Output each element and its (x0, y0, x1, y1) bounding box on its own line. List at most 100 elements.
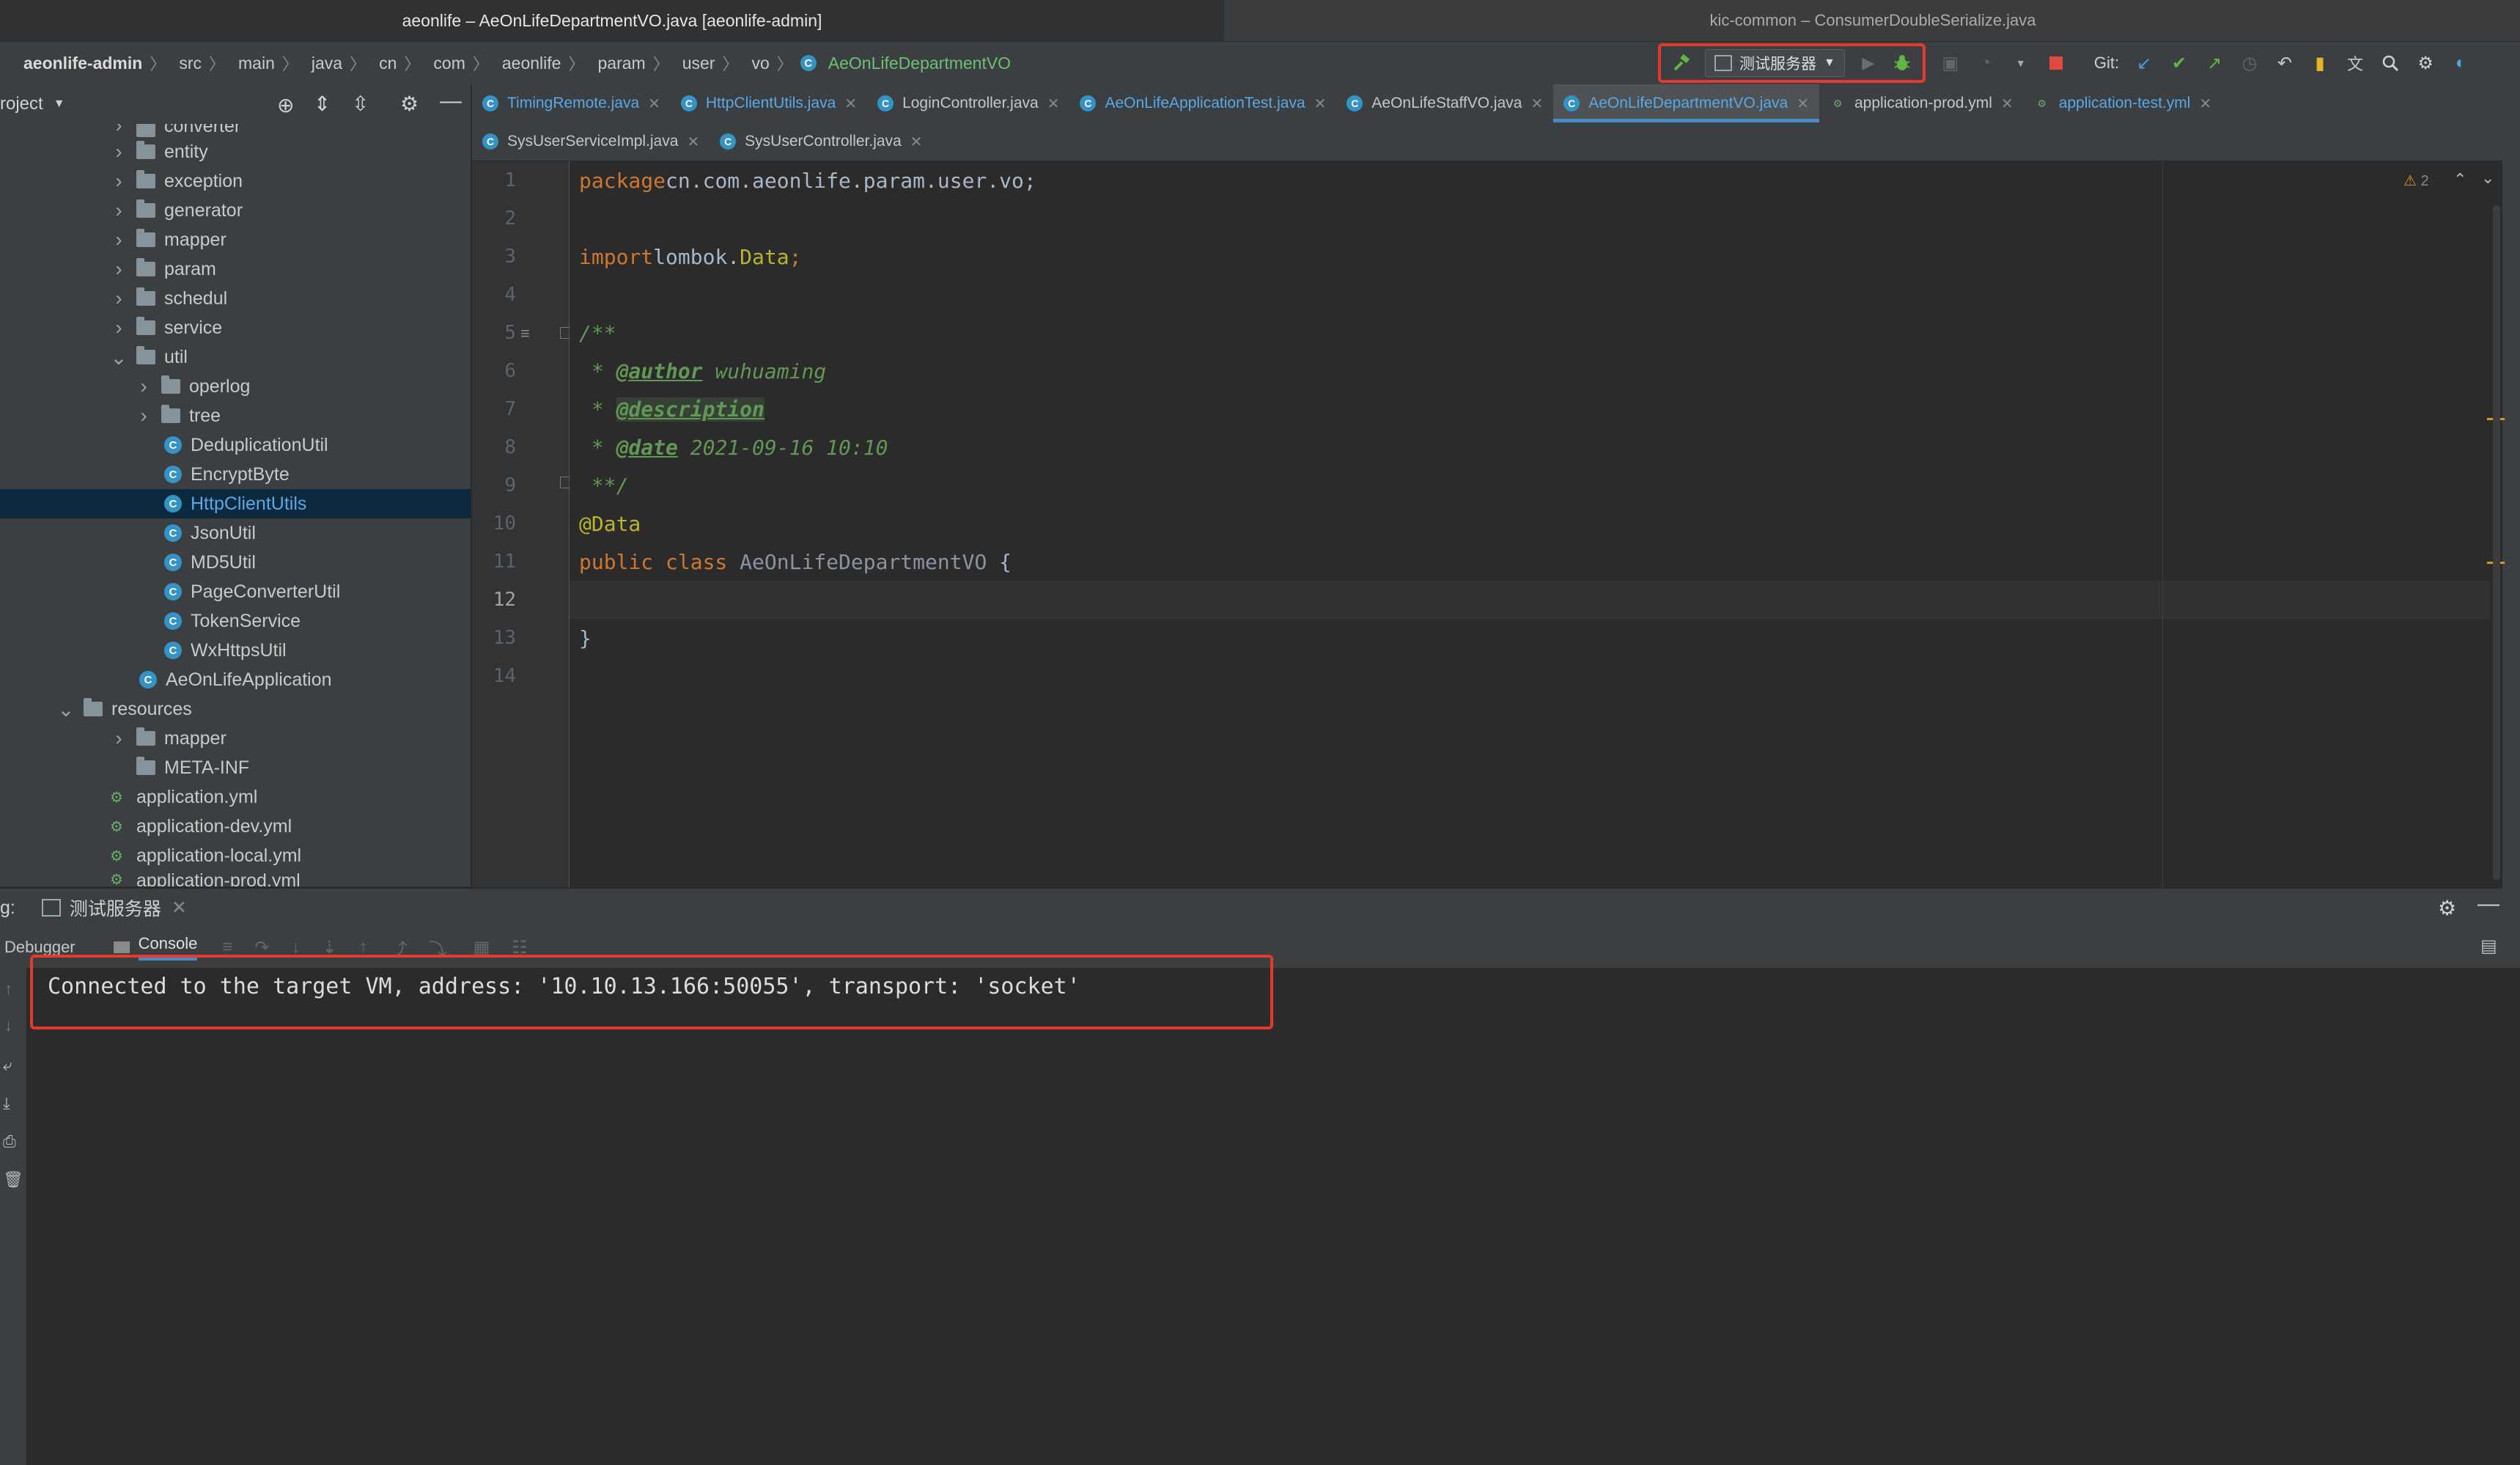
chevron-right-icon[interactable]: › (110, 257, 128, 281)
editor-tab[interactable]: C LoginController.java ✕ (867, 84, 1069, 122)
run-icon[interactable]: ▶ (1858, 53, 1879, 73)
chevron-right-icon[interactable]: › (110, 199, 128, 222)
prev-highlight-icon[interactable]: ⌃ (2453, 170, 2466, 189)
tree-file[interactable]: ⚙ application-prod.yml (0, 870, 471, 886)
chevron-right-icon[interactable]: › (110, 228, 128, 251)
warning-indicator[interactable]: ⚠ 2 (2403, 172, 2429, 190)
tree-file[interactable]: C WxHttpsUtil (0, 636, 471, 665)
tree-folder[interactable]: › mapper (0, 724, 471, 753)
chevron-down-icon[interactable]: ▼ (54, 98, 65, 111)
layout-icon[interactable]: ▤ (2480, 936, 2497, 957)
close-icon[interactable]: ✕ (2199, 95, 2211, 113)
breadcrumb-item[interactable]: com (427, 54, 465, 73)
breadcrumb-item[interactable]: aeonlife-admin (0, 54, 142, 73)
debug-bug-icon[interactable] (1892, 53, 1912, 73)
tree-file[interactable]: C TokenService (0, 606, 471, 636)
git-push-icon[interactable]: ↗ (2204, 53, 2225, 73)
close-icon[interactable]: ✕ (1314, 95, 1327, 113)
close-icon[interactable]: ✕ (1047, 95, 1060, 113)
breadcrumb-item[interactable]: aeonlife (496, 54, 561, 73)
tree-folder[interactable]: ⌄ util (0, 342, 471, 372)
search-icon[interactable] (2380, 53, 2401, 73)
soft-wrap-icon[interactable]: ⤶ (3, 1056, 12, 1075)
close-icon[interactable]: ✕ (648, 95, 660, 113)
close-icon[interactable]: ✕ (844, 95, 857, 113)
tree-folder[interactable]: › generator (0, 196, 471, 225)
editor-tab[interactable]: C SysUserController.java ✕ (710, 122, 932, 161)
settings-gear-icon[interactable]: ⚙ (400, 92, 419, 116)
tree-file[interactable]: C JsonUtil (0, 518, 471, 548)
tree-folder[interactable]: › param (0, 254, 471, 284)
chevron-right-icon[interactable]: › (110, 727, 128, 750)
more-run-chevron-icon[interactable]: ▼ (2011, 53, 2031, 73)
console-output[interactable]: Connected to the target VM, address: '10… (27, 955, 2520, 1465)
tree-folder[interactable]: › entity (0, 137, 471, 166)
tree-file[interactable]: ⚙ application-local.yml (0, 841, 471, 870)
settings-gear-icon[interactable]: ⚙ (2415, 53, 2436, 73)
history-icon[interactable]: ◷ (2239, 53, 2260, 73)
up-arrow-icon[interactable]: ↑ (4, 980, 12, 999)
build-hammer-icon[interactable] (1671, 53, 1692, 73)
scroll-to-end-icon[interactable]: ⤓ (3, 1094, 10, 1113)
chevron-right-icon[interactable]: › (135, 375, 152, 398)
tree-folder[interactable]: ⌄ resources (0, 694, 471, 724)
run-configuration-select[interactable]: 测试服务器 ▼ (1705, 49, 1845, 77)
tree-file[interactable]: C MD5Util (0, 548, 471, 577)
tree-file[interactable]: C PageConverterUtil (0, 577, 471, 606)
chevron-down-icon[interactable]: ⌄ (110, 345, 128, 370)
tree-folder[interactable]: › exception (0, 166, 471, 196)
window-title-active[interactable]: aeonlife – AeOnLifeDepartmentVO.java [ae… (0, 0, 1224, 41)
breadcrumb-item[interactable]: cn (373, 54, 397, 73)
tree-folder[interactable]: META-INF (0, 753, 471, 782)
expand-all-icon[interactable]: ⇕ (314, 92, 331, 116)
collapse-all-icon[interactable]: ⇳ (352, 92, 369, 116)
close-icon[interactable]: ✕ (1797, 95, 1809, 113)
editor-tab[interactable]: C TimingRemote.java ✕ (472, 84, 671, 122)
git-update-icon[interactable]: ↙ (2134, 53, 2154, 73)
breadcrumb-item[interactable]: main (232, 54, 275, 73)
close-icon[interactable]: ✕ (1530, 95, 1543, 113)
close-icon[interactable]: ✕ (2001, 95, 2014, 113)
chevron-right-icon[interactable]: › (135, 404, 152, 427)
tree-file[interactable]: C EncryptByte (0, 460, 471, 489)
breadcrumb-item[interactable]: user (677, 54, 715, 73)
next-highlight-icon[interactable]: ⌄ (2481, 169, 2494, 188)
breadcrumb-item[interactable]: src (173, 54, 202, 73)
window-title-other[interactable]: kic-common – ConsumerDoubleSerialize.jav… (1226, 0, 2520, 41)
down-arrow-icon[interactable]: ↓ (4, 1016, 12, 1035)
close-icon[interactable]: ✕ (910, 133, 923, 151)
close-icon[interactable]: ✕ (172, 897, 187, 919)
chevron-right-icon[interactable]: › (110, 140, 128, 164)
clear-trash-icon[interactable]: 🗑 (3, 1170, 23, 1189)
editor-tab[interactable]: ⚙ application-prod.yml ✕ (1819, 84, 2024, 122)
profiler-icon[interactable]: ◔ (1975, 53, 1996, 73)
print-icon[interactable]: ⎙ (3, 1132, 16, 1151)
chevron-right-icon[interactable]: › (110, 124, 128, 137)
editor-tab[interactable]: C HttpClientUtils.java ✕ (671, 84, 867, 122)
stop-icon[interactable] (2046, 53, 2066, 73)
tree-file[interactable]: C AeOnLifeApplication (0, 665, 471, 694)
chevron-down-icon[interactable]: ⌄ (57, 697, 75, 722)
editor-tab[interactable]: C AeOnLifeApplicationTest.java ✕ (1069, 84, 1336, 122)
rollback-icon[interactable]: ↶ (2274, 53, 2295, 73)
breadcrumb-item[interactable]: AeOnLifeDepartmentVO (822, 54, 1011, 73)
tree-folder[interactable]: › mapper (0, 225, 471, 254)
translate-icon[interactable]: 文 (2345, 53, 2365, 73)
editor-tab[interactable]: C AeOnLifeStaffVO.java ✕ (1336, 84, 1553, 122)
editor-tab[interactable]: C AeOnLifeDepartmentVO.java ✕ (1553, 84, 1819, 122)
tree-file[interactable]: ⚙ application-dev.yml (0, 812, 471, 841)
debug-run-tab[interactable]: 测试服务器 (70, 895, 161, 921)
chevron-right-icon[interactable]: › (110, 287, 128, 310)
close-icon[interactable]: ✕ (687, 133, 699, 151)
settings-gear-icon[interactable]: ⚙ (2438, 896, 2456, 920)
locate-icon[interactable]: ⊕ (277, 93, 294, 117)
plugin-logo-icon[interactable]: ◐ (2450, 53, 2471, 73)
tree-folder[interactable]: › tree (0, 401, 471, 430)
hide-panel-icon[interactable]: — (2477, 892, 2499, 917)
chevron-right-icon[interactable]: › (110, 169, 128, 193)
chevron-right-icon[interactable]: › (110, 316, 128, 339)
breadcrumb-item[interactable]: param (592, 54, 645, 73)
breadcrumb-item[interactable]: vo (745, 54, 769, 73)
coverage-icon[interactable]: ▣ (1940, 53, 1961, 73)
breadcrumb-item[interactable]: java (306, 54, 342, 73)
